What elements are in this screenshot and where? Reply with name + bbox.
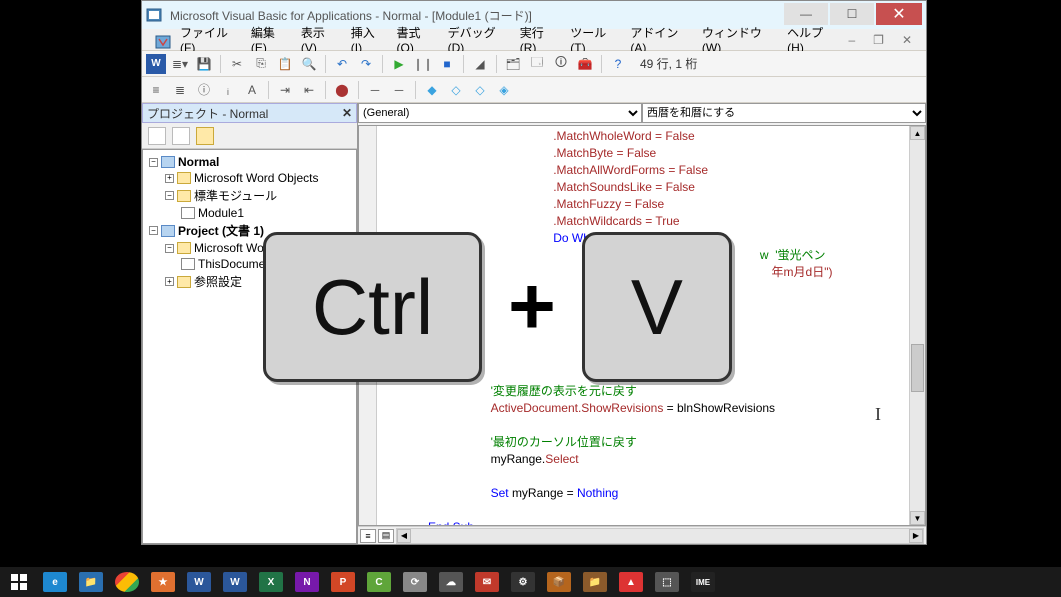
uncomment-icon[interactable]: ─ — [389, 80, 409, 100]
tree-node-normal[interactable]: −Normal — [145, 154, 354, 170]
code-bottom-bar: ≡ ▤ ◀ ▶ — [358, 526, 926, 544]
camtasia-icon[interactable]: C — [364, 570, 394, 594]
text-cursor-icon: I — [875, 404, 881, 425]
prev-bookmark-icon[interactable]: ◇ — [470, 80, 490, 100]
toolbox-icon[interactable]: 🧰 — [575, 54, 595, 74]
help-icon[interactable]: ? — [608, 54, 628, 74]
app-icon — [146, 7, 162, 23]
design-mode-icon[interactable]: ◢ — [470, 54, 490, 74]
excel-taskbar-icon[interactable]: X — [256, 570, 286, 594]
app-icon-5[interactable]: ⚙ — [508, 570, 538, 594]
copy-icon[interactable]: ⎘ — [251, 54, 271, 74]
explorer-icon[interactable]: 📁 — [76, 570, 106, 594]
standard-toolbar: W ≣▾ 💾 ✂ ⎘ 📋 🔍 ↶ ↷ ▶ ❙❙ ■ ◢ 🗂 🗔 🛈 🧰 ? 49… — [142, 51, 926, 77]
procedure-combo[interactable]: 西暦を和暦にする — [642, 103, 926, 123]
project-explorer-toolbar — [142, 123, 357, 149]
outdent-icon[interactable]: ⇤ — [299, 80, 319, 100]
project-explorer-header[interactable]: プロジェクト - Normal ✕ — [142, 103, 357, 123]
scroll-thumb[interactable] — [911, 344, 924, 392]
mdi-minimize-button[interactable]: – — [842, 31, 861, 49]
object-browser-icon[interactable]: 🛈 — [551, 54, 571, 74]
app-icon-4[interactable]: ✉ — [472, 570, 502, 594]
view-icon[interactable]: ≣▾ — [170, 54, 190, 74]
app-icon-1[interactable]: ★ — [148, 570, 178, 594]
vertical-scrollbar[interactable]: ▲ ▼ — [909, 126, 925, 525]
next-bookmark-icon[interactable]: ◇ — [446, 80, 466, 100]
find-icon[interactable]: 🔍 — [299, 54, 319, 74]
reset-icon[interactable]: ■ — [437, 54, 457, 74]
view-code-icon[interactable] — [148, 127, 166, 145]
scroll-right-icon[interactable]: ▶ — [909, 529, 923, 543]
scroll-up-icon[interactable]: ▲ — [910, 126, 925, 140]
view-object-icon[interactable] — [172, 127, 190, 145]
object-combo[interactable]: (General) — [358, 103, 642, 123]
scroll-left-icon[interactable]: ◀ — [397, 529, 411, 543]
start-button[interactable] — [4, 570, 34, 594]
toggle-folders-icon[interactable] — [196, 127, 214, 145]
ime-icon[interactable]: IME — [688, 570, 718, 594]
chrome-icon[interactable] — [112, 570, 142, 594]
ctrl-key-icon: Ctrl — [263, 232, 482, 382]
list-properties-icon[interactable]: ≡ — [146, 80, 166, 100]
break-icon[interactable]: ❙❙ — [413, 54, 433, 74]
onenote-taskbar-icon[interactable]: N — [292, 570, 322, 594]
project-explorer-icon[interactable]: 🗂 — [503, 54, 523, 74]
word-taskbar-icon[interactable]: W — [184, 570, 214, 594]
v-key-icon: V — [582, 232, 732, 382]
word-taskbar-icon-2[interactable]: W — [220, 570, 250, 594]
tree-node-stdmod[interactable]: −標準モジュール — [145, 186, 354, 205]
list-constants-icon[interactable]: ≣ — [170, 80, 190, 100]
bookmark-icon[interactable]: ◆ — [422, 80, 442, 100]
menubar: ファイル(F) 編集(E) 表示(V) 挿入(I) 書式(O) デバッグ(D) … — [142, 29, 926, 51]
tree-node-mwo[interactable]: +Microsoft Word Objects — [145, 170, 354, 186]
complete-word-icon[interactable]: A — [242, 80, 262, 100]
breakpoint-icon[interactable]: ⬤ — [332, 80, 352, 100]
ie-icon[interactable]: e — [40, 570, 70, 594]
full-module-view-icon[interactable]: ▤ — [378, 529, 394, 543]
horizontal-scrollbar[interactable]: ◀ ▶ — [396, 528, 924, 544]
word-icon[interactable]: W — [146, 54, 166, 74]
comment-icon[interactable]: ─ — [365, 80, 385, 100]
edit-toolbar: ≡ ≣ ⓘ ᵢ A ⇥ ⇤ ⬤ ─ ─ ◆ ◇ ◇ ◈ — [142, 77, 926, 103]
app-icon-8[interactable]: ⬚ — [652, 570, 682, 594]
plus-icon: + — [508, 260, 556, 354]
undo-icon[interactable]: ↶ — [332, 54, 352, 74]
indent-icon[interactable]: ⇥ — [275, 80, 295, 100]
app-icon-7[interactable]: 📁 — [580, 570, 610, 594]
window-title: Microsoft Visual Basic for Applications … — [170, 7, 782, 24]
app-icon-2[interactable]: ⟳ — [400, 570, 430, 594]
parameter-info-icon[interactable]: ᵢ — [218, 80, 238, 100]
run-icon[interactable]: ▶ — [389, 54, 409, 74]
pdf-icon[interactable]: ▲ — [616, 570, 646, 594]
vba-icon — [148, 31, 166, 49]
app-icon-6[interactable]: 📦 — [544, 570, 574, 594]
procedure-view-icon[interactable]: ≡ — [360, 529, 376, 543]
save-icon[interactable]: 💾 — [194, 54, 214, 74]
taskbar[interactable]: e 📁 ★ W W X N P C ⟳ ☁ ✉ ⚙ 📦 📁 ▲ ⬚ IME — [0, 567, 1061, 597]
powerpoint-taskbar-icon[interactable]: P — [328, 570, 358, 594]
project-explorer-close-icon[interactable]: ✕ — [342, 106, 352, 120]
project-explorer-title: プロジェクト - Normal — [147, 105, 268, 122]
clear-bookmarks-icon[interactable]: ◈ — [494, 80, 514, 100]
quick-info-icon[interactable]: ⓘ — [194, 80, 214, 100]
scroll-down-icon[interactable]: ▼ — [910, 511, 925, 525]
close-button[interactable]: ✕ — [876, 3, 922, 25]
mdi-restore-button[interactable]: ❐ — [867, 31, 890, 49]
redo-icon[interactable]: ↷ — [356, 54, 376, 74]
mdi-close-button[interactable]: ✕ — [896, 31, 918, 49]
paste-icon[interactable]: 📋 — [275, 54, 295, 74]
properties-icon[interactable]: 🗔 — [527, 54, 547, 74]
cut-icon[interactable]: ✂ — [227, 54, 247, 74]
shortcut-overlay: Ctrl + V — [263, 232, 732, 382]
app-icon-3[interactable]: ☁ — [436, 570, 466, 594]
tree-node-module1[interactable]: Module1 — [145, 205, 354, 221]
cursor-position: 49 行, 1 桁 — [632, 55, 697, 72]
